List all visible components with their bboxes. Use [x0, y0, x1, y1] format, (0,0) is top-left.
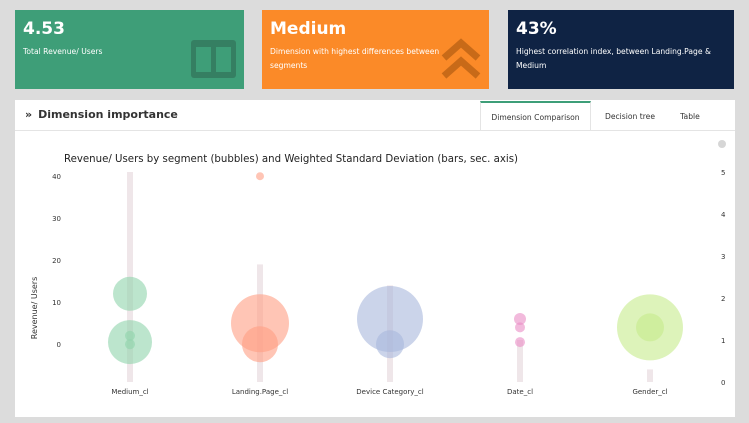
- y-tick-label: 30: [52, 215, 61, 223]
- panel-title: » Dimension importance: [25, 108, 178, 121]
- y2-tick-label: 3: [721, 253, 725, 261]
- book-columns-icon: [191, 40, 236, 78]
- kpi-card-revenue: 4.53 Total Revenue/ Users: [15, 10, 244, 89]
- x-tick-label: Gender_cl: [632, 388, 667, 396]
- y-tick-label: 20: [52, 257, 61, 265]
- kpi-value: Medium: [270, 19, 347, 39]
- y2-tick-label: 2: [721, 295, 725, 303]
- y2-tick-label: 1: [721, 337, 725, 345]
- y-tick-label: 0: [57, 341, 61, 349]
- segment-bubble: [515, 337, 525, 348]
- tab-decision-tree[interactable]: Decision tree: [595, 101, 665, 130]
- sd-bar: [647, 369, 653, 382]
- bubble-bar-chart: Revenue/ Users by segment (bubbles) and …: [30, 140, 726, 396]
- y2-tick-label: 5: [721, 169, 725, 177]
- segment-bubble: [636, 313, 664, 342]
- panel-divider: [15, 130, 735, 131]
- segment-bubble: [256, 172, 264, 181]
- y2-tick-label: 0: [721, 379, 725, 387]
- segment-bubble: [113, 276, 147, 311]
- kpi-label: Highest correlation index, between Landi…: [516, 47, 711, 70]
- x-tick-label: Landing.Page_cl: [232, 388, 288, 396]
- segment-bubble: [242, 326, 278, 363]
- dimension-importance-panel: » Dimension importance Dimension Comparis…: [15, 100, 735, 417]
- chart-title: Revenue/ Users by segment (bubbles) and …: [64, 154, 518, 165]
- y-axis-label: Revenue/ Users: [30, 277, 39, 339]
- kpi-value: 4.53: [23, 19, 65, 39]
- y2-tick-label: 4: [721, 211, 726, 219]
- double-chevron-right-icon: »: [25, 108, 33, 121]
- tab-table[interactable]: Table: [670, 101, 710, 130]
- kpi-card-dimension: Medium Dimension with highest difference…: [262, 10, 489, 89]
- tab-dimension-comparison[interactable]: Dimension Comparison: [480, 101, 591, 130]
- segment-bubble: [515, 322, 525, 333]
- segment-bubble: [376, 330, 404, 359]
- y-tick-label: 10: [52, 299, 61, 307]
- y-tick-label: 40: [52, 173, 61, 181]
- double-chevron-up-icon: [441, 38, 481, 79]
- x-tick-label: Device Category_cl: [356, 388, 423, 396]
- kpi-value: 43%: [516, 19, 557, 39]
- kpi-label: Dimension with highest differences betwe…: [270, 47, 440, 70]
- x-tick-label: Medium_cl: [111, 388, 148, 396]
- x-tick-label: Date_cl: [507, 388, 533, 396]
- segment-bubble: [125, 339, 135, 350]
- info-icon[interactable]: [718, 140, 726, 148]
- kpi-card-correlation: 43% Highest correlation index, between L…: [508, 10, 734, 89]
- panel-title-text: Dimension importance: [38, 108, 178, 121]
